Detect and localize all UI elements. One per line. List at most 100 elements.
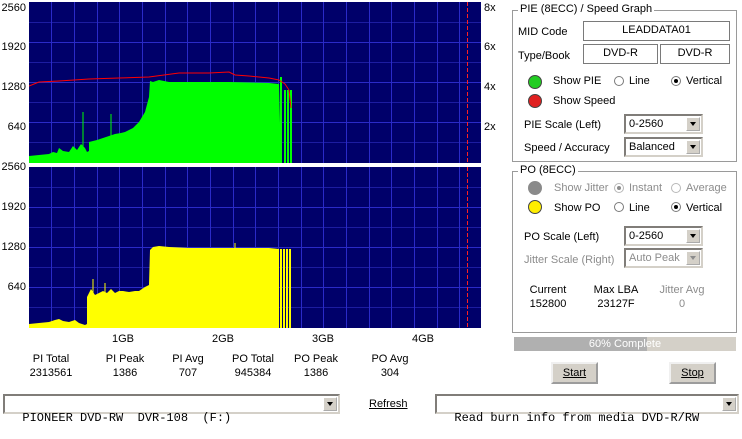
top-y-tick: 640 [7, 121, 26, 133]
stat-value: 1386 [112, 367, 138, 379]
stat-pi-peak: PI Peak 1386 [92, 352, 158, 380]
show-jitter-label: Show Jitter [554, 182, 609, 194]
top-y-tick: 1280 [1, 81, 26, 93]
jitter-avg-label: Jitter Avg [659, 284, 705, 296]
po-line-radio[interactable] [614, 202, 624, 212]
stat-value: 945384 [234, 367, 272, 379]
stat-po-peak: PO Peak 1386 [283, 352, 349, 380]
speed-tick: 6x [484, 41, 496, 53]
po-vertical-radio[interactable] [671, 202, 681, 212]
speed-color-icon[interactable] [528, 94, 542, 108]
jitter-scale-select: Auto Peak [624, 248, 703, 268]
speed-accuracy-label: Speed / Accuracy [524, 142, 610, 154]
speed-tick: 2x [484, 121, 496, 133]
mid-code-field: LEADDATA01 [583, 21, 730, 41]
stat-label: PO Peak [293, 353, 339, 365]
jitter-scale-label: Jitter Scale (Right) [524, 254, 615, 266]
mode-select[interactable]: Read burn info from media DVD-R/RW [435, 394, 739, 425]
stat-label: PI Total [32, 353, 70, 365]
stat-label: PI Avg [172, 353, 204, 365]
po-graph [29, 167, 481, 328]
po-scale-value: 0-2560 [629, 230, 664, 242]
mode-value: Read burn info from media DVD-R/RW [454, 411, 700, 425]
pie-vertical-radio[interactable] [671, 76, 681, 86]
bottom-y-tick: 1920 [1, 201, 26, 213]
po-vertical-label[interactable]: Vertical [686, 202, 722, 214]
refresh-link[interactable]: Refresh [369, 398, 408, 410]
current-value: 152800 [529, 298, 567, 310]
top-y-tick-bottom: 2560 [1, 161, 26, 173]
chevron-down-icon [686, 251, 700, 265]
stat-value: 304 [380, 367, 400, 379]
stat-value: 2313561 [29, 367, 73, 379]
pie-graph [29, 2, 481, 163]
jitter-scale-value: Auto Peak [629, 252, 680, 264]
drive-select[interactable]: PIONEER DVD-RW DVR-108 (F:) [3, 394, 340, 425]
po-line-label[interactable]: Line [629, 202, 650, 214]
stat-po-total: PO Total 945384 [220, 352, 286, 380]
speed-tick: 8x [484, 2, 496, 14]
maxlba-value: 23127F [597, 298, 635, 310]
drive-value: PIONEER DVD-RW DVR-108 (F:) [22, 411, 232, 425]
start-button[interactable]: Start [551, 362, 598, 384]
type-book-label: Type/Book [518, 50, 570, 62]
maxlba-readout: Max LBA 23127F [584, 283, 648, 311]
stat-value: 707 [178, 367, 198, 379]
x-tick: 2GB [212, 333, 235, 345]
top-y-tick: 2560 [1, 2, 26, 14]
pie-color-icon[interactable] [528, 75, 542, 89]
pie-scale-select[interactable]: 0-2560 [624, 114, 703, 134]
stat-pi-avg: PI Avg 707 [155, 352, 221, 380]
speed-accuracy-value: Balanced [629, 141, 675, 153]
progress-bar: 60% Complete [514, 337, 736, 351]
chevron-down-icon[interactable] [722, 397, 736, 411]
mid-code-label: MID Code [518, 26, 568, 38]
jitter-average-label: Average [686, 182, 727, 194]
x-tick: 1GB [112, 333, 135, 345]
speed-accuracy-select[interactable]: Balanced [624, 137, 703, 157]
chevron-down-icon[interactable] [686, 117, 700, 131]
start-label: Start [562, 367, 587, 379]
stop-button[interactable]: Stop [669, 362, 716, 384]
chevron-down-icon[interactable] [686, 140, 700, 154]
stat-pi-total: PI Total 2313561 [18, 352, 84, 380]
stat-label: PI Peak [105, 353, 145, 365]
book-field: DVD-R [660, 44, 730, 64]
show-speed-label[interactable]: Show Speed [553, 95, 615, 107]
pie-line-radio[interactable] [614, 76, 624, 86]
bottom-y-tick: 640 [7, 281, 26, 293]
pie-scale-label: PIE Scale (Left) [524, 119, 602, 131]
jitter-instant-label: Instant [629, 182, 663, 194]
jitter-avg-value: 0 [678, 298, 686, 310]
show-pie-label[interactable]: Show PIE [553, 75, 601, 87]
current-readout: Current 152800 [518, 283, 578, 311]
current-label: Current [529, 284, 567, 296]
po-scale-label: PO Scale (Left) [524, 231, 600, 243]
type-field: DVD-R [583, 44, 658, 64]
po-scale-select[interactable]: 0-2560 [624, 226, 703, 246]
progress-text: 60% Complete [588, 338, 662, 350]
pie-vertical-label[interactable]: Vertical [686, 75, 722, 87]
jitter-instant-radio [614, 183, 624, 193]
jitter-color-icon [528, 181, 542, 195]
x-tick: 3GB [312, 333, 335, 345]
stat-label: PO Total [232, 353, 274, 365]
chevron-down-icon[interactable] [686, 229, 700, 243]
po-color-icon[interactable] [528, 200, 542, 214]
pie-scale-value: 0-2560 [629, 118, 664, 130]
po-group-title: PO (8ECC) [518, 164, 578, 176]
stat-value: 1386 [303, 367, 329, 379]
pie-group-title: PIE (8ECC) / Speed Graph [518, 3, 655, 15]
stop-label: Stop [681, 367, 704, 379]
maxlba-label: Max LBA [593, 284, 639, 296]
jitter-avg-readout: Jitter Avg 0 [650, 283, 714, 311]
top-y-tick: 1920 [1, 41, 26, 53]
bottom-y-tick: 1280 [1, 241, 26, 253]
stat-po-avg: PO Avg 304 [357, 352, 423, 380]
stat-label: PO Avg [371, 353, 409, 365]
pie-line-label[interactable]: Line [629, 75, 650, 87]
chevron-down-icon[interactable] [323, 397, 337, 411]
jitter-average-radio [671, 183, 681, 193]
show-po-label[interactable]: Show PO [554, 202, 600, 214]
x-tick: 4GB [412, 333, 435, 345]
